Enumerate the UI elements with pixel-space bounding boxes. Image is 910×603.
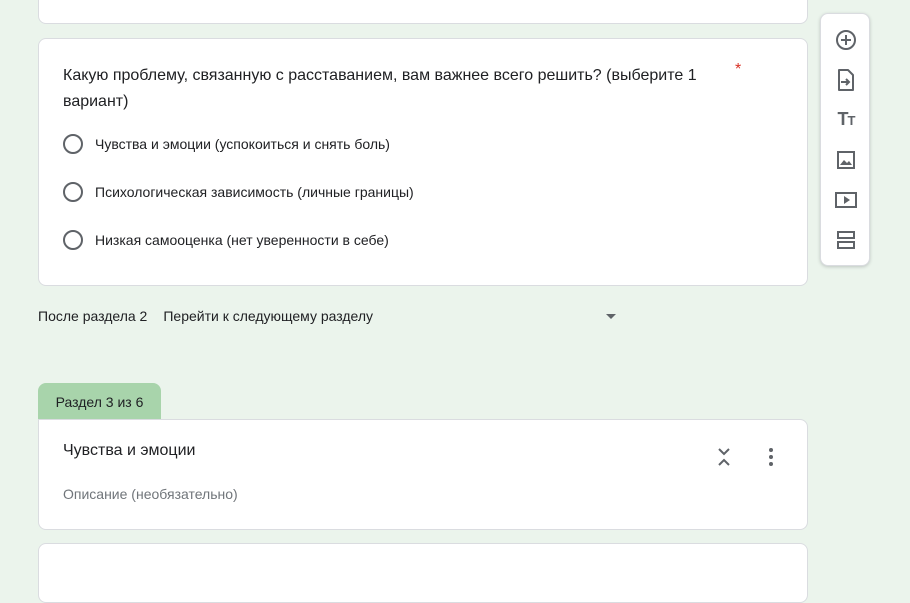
- add-question-button[interactable]: [834, 28, 858, 52]
- add-circle-icon: [836, 30, 856, 50]
- section-tab: Раздел 3 из 6: [38, 383, 161, 421]
- import-question-icon: [838, 69, 854, 91]
- title-text-icon: TT: [837, 109, 856, 129]
- collapse-section-icon[interactable]: [715, 446, 733, 468]
- image-icon: [837, 151, 855, 169]
- dropdown-arrow-icon: [606, 313, 616, 319]
- option-label: Психологическая зависимость (личные гран…: [95, 184, 414, 200]
- option-label: Низкая самооценка (нет уверенности в себ…: [95, 232, 389, 248]
- go-to-section-dropdown[interactable]: Перейти к следующему разделу: [163, 308, 628, 324]
- question-card[interactable]: Какую проблему, связанную с расставанием…: [38, 38, 808, 286]
- section-title[interactable]: Чувства и эмоции: [63, 442, 195, 460]
- dropdown-selected-value: Перейти к следующему разделу: [163, 308, 374, 324]
- section-header-card[interactable]: Чувства и эмоции Описание (необязательно…: [38, 419, 808, 530]
- import-questions-button[interactable]: [834, 68, 858, 92]
- floating-toolbar: TT: [820, 13, 870, 266]
- previous-question-card: [38, 0, 808, 24]
- radio-option[interactable]: Низкая самооценка (нет уверенности в себ…: [63, 228, 389, 252]
- radio-button[interactable]: [63, 230, 83, 250]
- question-title: Какую проблему, связанную с расставанием…: [63, 67, 697, 110]
- more-options-icon[interactable]: [761, 446, 781, 468]
- next-question-card: [38, 543, 808, 603]
- radio-option[interactable]: Психологическая зависимость (личные гран…: [63, 180, 414, 204]
- option-label: Чувства и эмоции (успокоиться и снять бо…: [95, 136, 390, 152]
- after-section-navigation: После раздела 2 Перейти к следующему раз…: [38, 306, 628, 326]
- add-image-button[interactable]: [834, 148, 858, 172]
- section-description-field[interactable]: Описание (необязательно): [63, 486, 238, 502]
- add-video-button[interactable]: [834, 188, 858, 212]
- radio-button[interactable]: [63, 182, 83, 202]
- add-title-button[interactable]: TT: [834, 108, 858, 132]
- radio-button[interactable]: [63, 134, 83, 154]
- radio-option[interactable]: Чувства и эмоции (успокоиться и снять бо…: [63, 132, 390, 156]
- section-icon: [837, 231, 855, 249]
- required-asterisk: *: [735, 61, 742, 78]
- add-section-button[interactable]: [834, 228, 858, 252]
- after-section-label: После раздела 2: [38, 308, 148, 324]
- video-icon: [835, 192, 857, 208]
